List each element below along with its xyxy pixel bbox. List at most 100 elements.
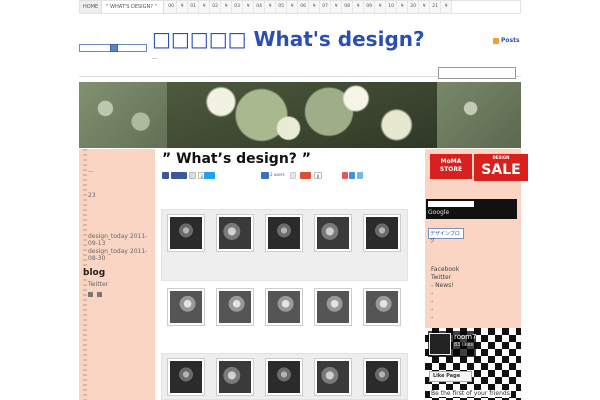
- nav-date-link[interactable]: 00: [166, 1, 178, 13]
- design-blog-badge[interactable]: デザインブログ: [428, 228, 464, 244]
- share-icon[interactable]: [189, 172, 196, 179]
- sidebar-ellipsis: ...: [88, 167, 94, 174]
- share-icon[interactable]: [290, 172, 296, 179]
- nav-date-link[interactable]: 01: [188, 1, 200, 13]
- nav-date-link[interactable]: ¥: [441, 1, 453, 13]
- gallery-photo[interactable]: [363, 288, 401, 326]
- top-nav: HOME " WHAT'S DESIGN? " 00 ¥01 ¥02 ¥03 ¥04 ¥0…: [79, 0, 521, 14]
- sale-ad-top: DESIGN: [492, 155, 510, 160]
- nav-date-link[interactable]: 07: [320, 1, 332, 13]
- site-title[interactable]: □□□□□ What's design?: [152, 27, 425, 51]
- archive-link-2[interactable]: design_today 2011-: [88, 248, 147, 255]
- nav-current-tab[interactable]: " WHAT'S DESIGN? ": [102, 1, 165, 13]
- facebook-link[interactable]: Facebook: [431, 266, 459, 273]
- nav-date-link[interactable]: 20: [408, 1, 420, 13]
- search-button[interactable]: [110, 44, 118, 52]
- design-sale-ad[interactable]: DESIGN SALE: [474, 154, 528, 181]
- blog-heading: blog: [83, 268, 106, 278]
- twitter-link[interactable]: Twitter: [431, 274, 451, 281]
- nav-date-links: 00 ¥01 ¥02 ¥03 ¥04 ¥05 ¥06 ¥07 ¥08 ¥09 ¥10 ¥20 ¥21 ¥: [164, 1, 453, 13]
- nav-home-link[interactable]: HOME: [80, 1, 103, 13]
- gallery-photo[interactable]: [216, 358, 254, 396]
- list-dash: -: [431, 306, 434, 313]
- gallery-photo[interactable]: [167, 288, 205, 326]
- nav-date-link[interactable]: ¥: [177, 1, 189, 13]
- square-icon[interactable]: [88, 292, 93, 297]
- bookmark-users[interactable]: 2 users: [270, 172, 285, 177]
- nav-date-link[interactable]: ¥: [287, 1, 299, 13]
- bookmark-icon[interactable]: [261, 172, 269, 179]
- square-icon[interactable]: [97, 292, 102, 297]
- nav-date-link[interactable]: ¥: [243, 1, 255, 13]
- nav-date-link[interactable]: 06: [298, 1, 310, 13]
- nav-date-link[interactable]: 04: [254, 1, 266, 13]
- nav-date-link[interactable]: 10: [386, 1, 398, 13]
- sidebar-twitter-link[interactable]: Twitter: [88, 281, 108, 288]
- list-dash: -: [431, 298, 434, 305]
- nav-date-link[interactable]: ¥: [309, 1, 321, 13]
- gallery-photo[interactable]: [314, 288, 352, 326]
- site-title-prefix: □□□□□: [152, 27, 247, 51]
- gallery-photo[interactable]: [363, 214, 401, 252]
- nav-date-link[interactable]: ¥: [221, 1, 233, 13]
- nav-date-link[interactable]: 09: [364, 1, 376, 13]
- gallery-photo[interactable]: [363, 358, 401, 396]
- moma-ad-line2: STORE: [439, 166, 463, 173]
- nav-date-link[interactable]: ¥: [265, 1, 277, 13]
- archive-link-1-date[interactable]: 09-13: [88, 240, 105, 247]
- plusone-count: 0: [314, 172, 322, 179]
- gallery-photo[interactable]: [265, 288, 303, 326]
- nav-date-link[interactable]: ¥: [397, 1, 409, 13]
- site-tagline: ...: [152, 54, 158, 61]
- gallery-photo[interactable]: [167, 358, 205, 396]
- sale-ad-title: SALE: [481, 162, 521, 178]
- gallery-photo[interactable]: [314, 214, 352, 252]
- social-icon[interactable]: [357, 172, 363, 179]
- nav-date-link[interactable]: 03: [232, 1, 244, 13]
- google-plus-icon[interactable]: [300, 172, 311, 179]
- gallery-photo[interactable]: [216, 288, 254, 326]
- social-icon[interactable]: [349, 172, 355, 179]
- facebook-page-name[interactable]: room7: [454, 333, 477, 341]
- page: HOME " WHAT'S DESIGN? " 00 ¥01 ¥02 ¥03 ¥04 ¥0…: [0, 0, 600, 400]
- moma-store-ad[interactable]: MoMA STORE: [430, 154, 472, 179]
- gallery-photo[interactable]: [265, 214, 303, 252]
- archive-link-1[interactable]: design_today 2011-: [88, 233, 147, 240]
- gallery-photo[interactable]: [167, 214, 205, 252]
- nav-date-link[interactable]: ¥: [353, 1, 365, 13]
- google-logo: Google: [428, 209, 450, 216]
- posts-rss-link[interactable]: Posts: [493, 37, 520, 44]
- twitter-share-icon[interactable]: [204, 172, 215, 179]
- facebook-likes-count: 83 likes: [454, 342, 474, 348]
- nav-date-link[interactable]: ¥: [375, 1, 387, 13]
- archive-link-2-date[interactable]: 08-30: [88, 255, 105, 262]
- header-banner-image: [79, 82, 521, 148]
- sidebar-count: 23: [88, 192, 96, 199]
- nav-date-link[interactable]: ¥: [419, 1, 431, 13]
- google-search-input[interactable]: [428, 201, 474, 207]
- avatar[interactable]: [429, 333, 451, 355]
- nav-date-link[interactable]: ¥: [331, 1, 343, 13]
- nav-date-link[interactable]: 21: [430, 1, 442, 13]
- post-title[interactable]: ” What’s design? ”: [162, 151, 311, 167]
- gallery-photo[interactable]: [265, 358, 303, 396]
- facebook-share-icon[interactable]: [162, 172, 169, 179]
- facebook-like-button[interactable]: [171, 172, 187, 179]
- list-dash: -: [431, 290, 434, 297]
- news-link[interactable]: - News!: [431, 282, 454, 289]
- facebook-like-page-button[interactable]: Like Page: [429, 371, 472, 382]
- list-dash: -: [431, 314, 434, 321]
- search-field-right[interactable]: [438, 67, 516, 79]
- nav-date-link[interactable]: 05: [276, 1, 288, 13]
- facebook-friends-text: Be the first of your friends: [430, 390, 511, 397]
- posts-link-label: Posts: [501, 37, 520, 44]
- nav-date-link[interactable]: 08: [342, 1, 354, 13]
- gallery-photo[interactable]: [314, 358, 352, 396]
- site-title-text: What's design?: [253, 27, 425, 51]
- nav-date-link[interactable]: 02: [210, 1, 222, 13]
- nav-date-link[interactable]: ¥: [199, 1, 211, 13]
- moma-ad-line1: MoMA: [440, 158, 462, 165]
- rss-icon: [493, 37, 499, 44]
- social-icon[interactable]: [342, 172, 348, 179]
- gallery-photo[interactable]: [216, 214, 254, 252]
